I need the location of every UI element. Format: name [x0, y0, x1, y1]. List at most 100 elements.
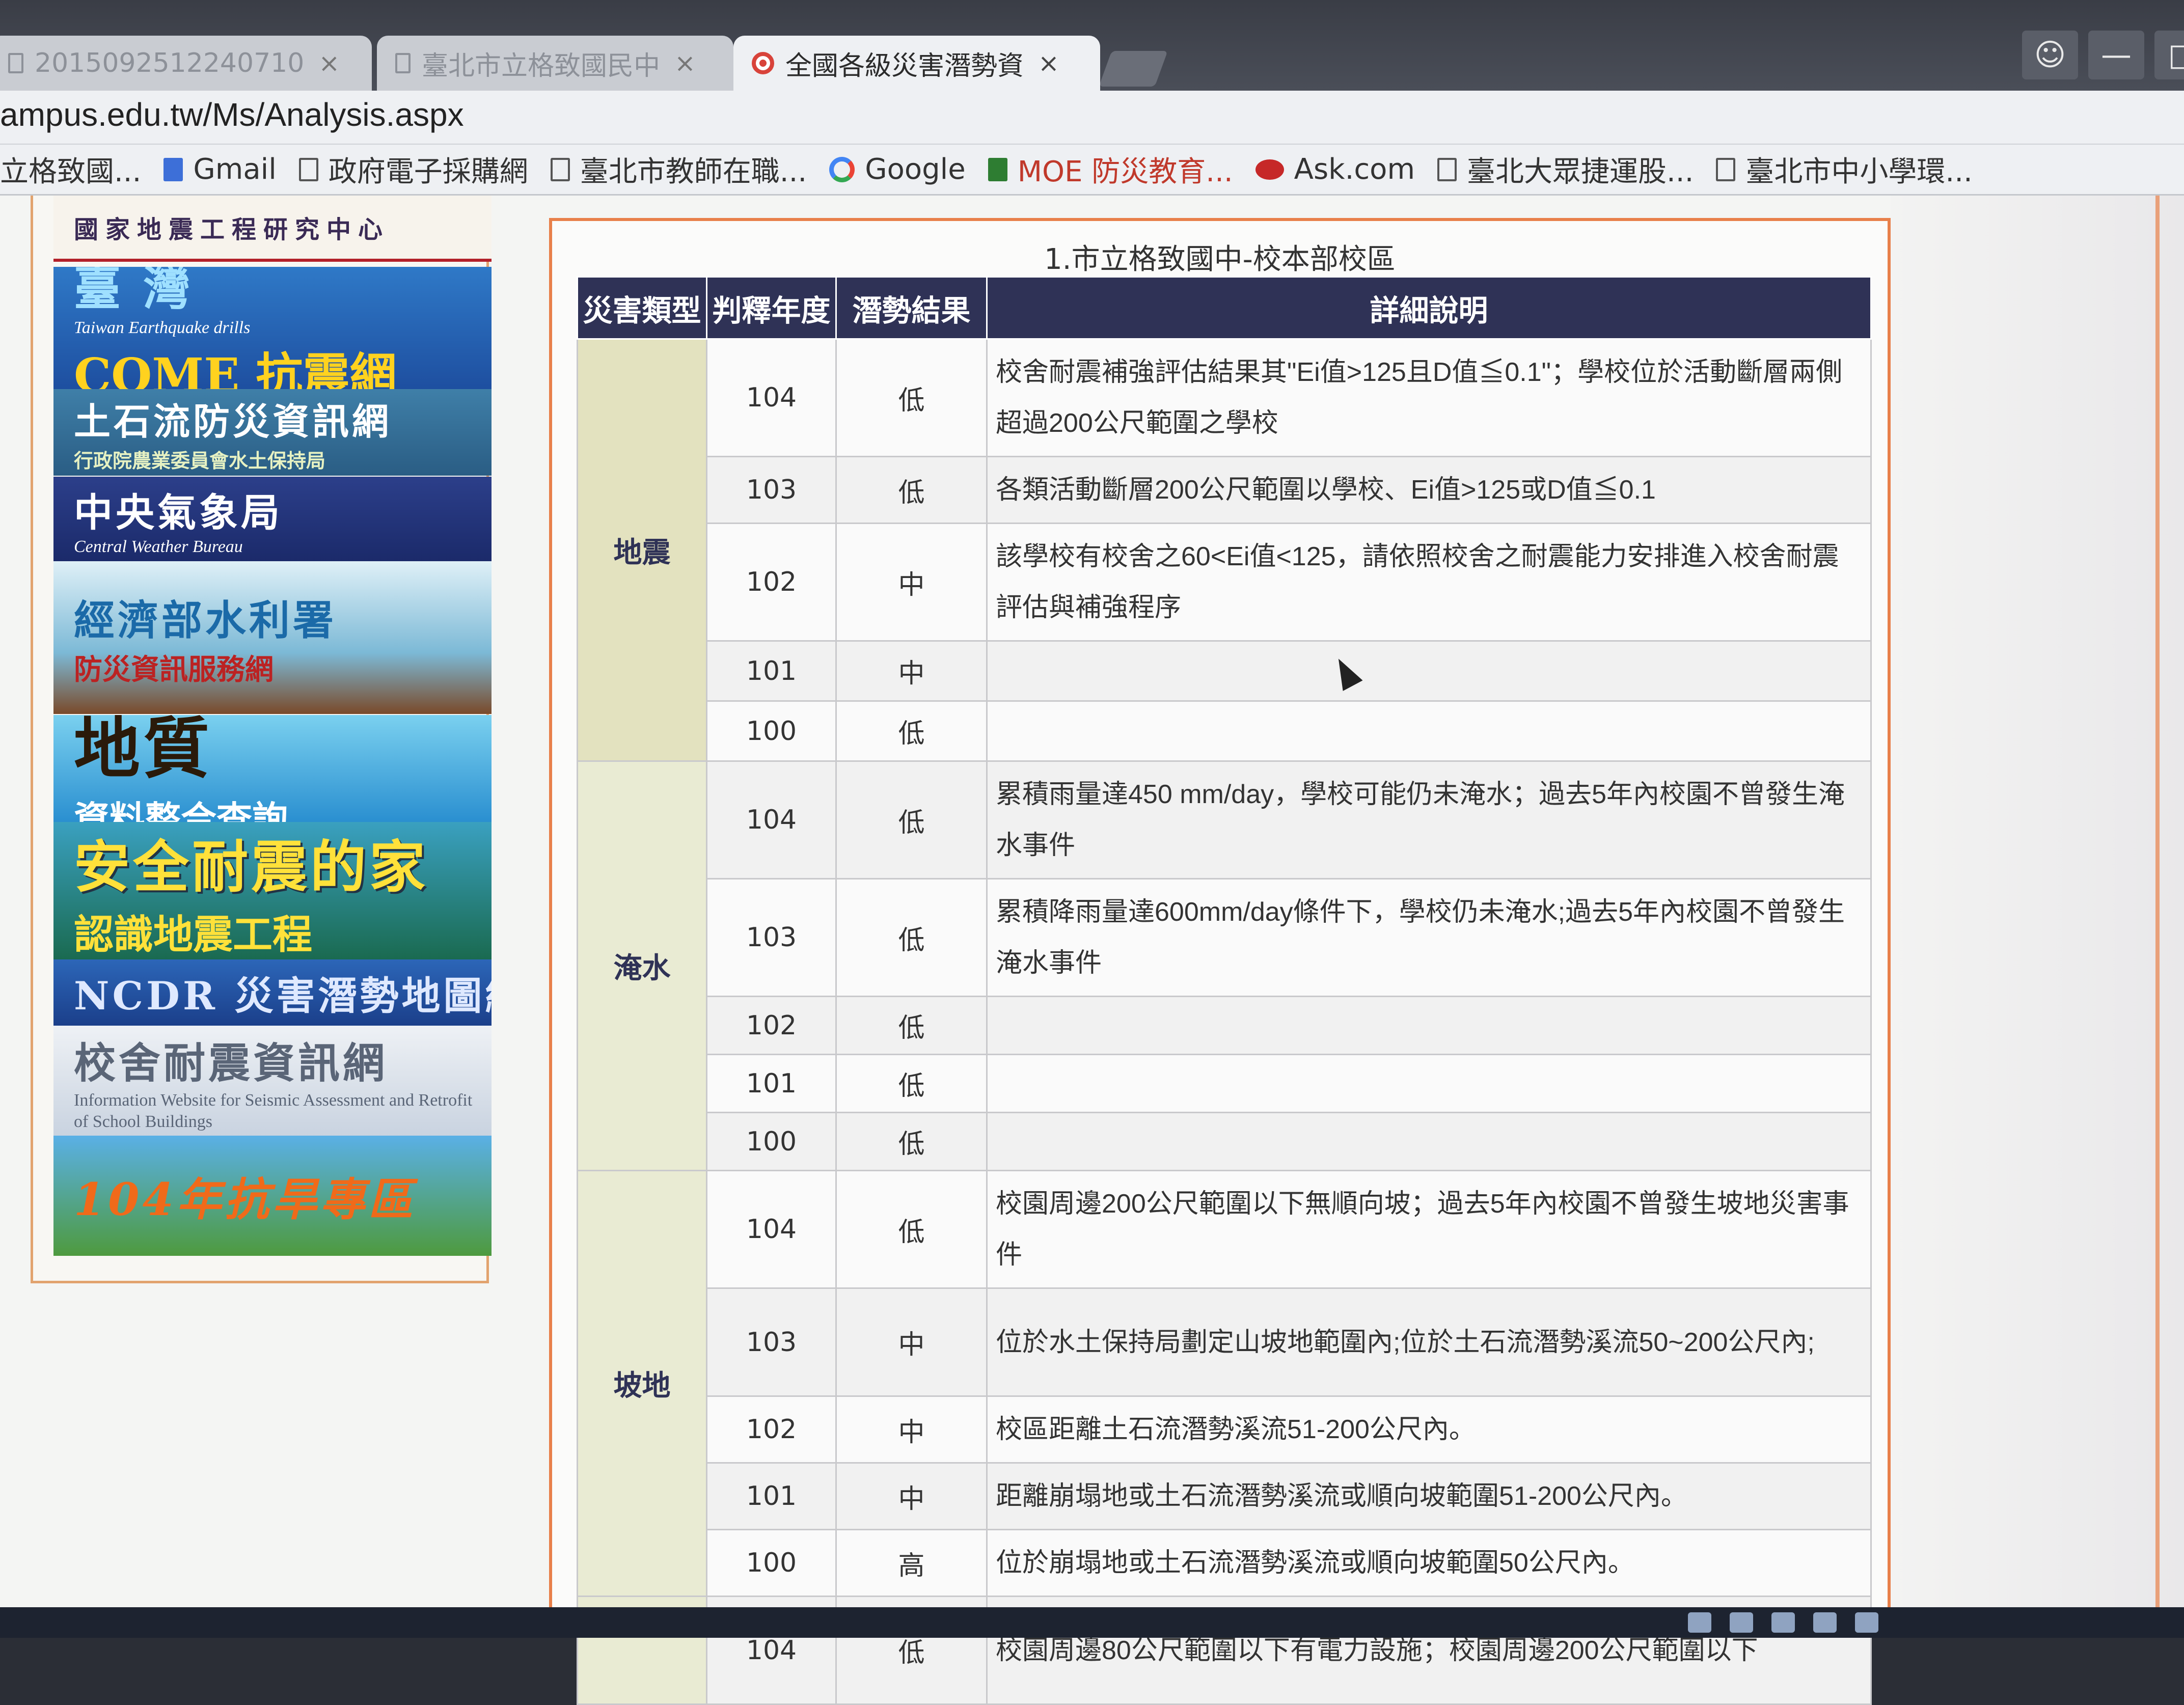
page-viewport: 國家地震工程研究中心 臺 灣 Taiwan Earthquake drills …	[0, 196, 2184, 1705]
site-favicon-icon	[752, 52, 774, 74]
banner-title: 校舍耐震資訊網	[74, 1038, 388, 1088]
banner-title: 104年抗旱專區	[74, 1172, 416, 1226]
result-cell: 中	[835, 640, 988, 702]
close-icon[interactable]: ×	[318, 48, 340, 78]
table-row: 淹水 104 低 累積雨量達450 mm/day，學校可能仍未淹水；過去5年內校…	[577, 760, 1872, 1171]
tray-icon[interactable]	[1688, 1612, 1711, 1633]
divider	[2155, 196, 2160, 1607]
seismic-home-banner-link[interactable]: 安全耐震的家 認識地震工程	[53, 822, 492, 959]
address-bar[interactable]: ampus.edu.tw/Ms/Analysis.aspx	[0, 91, 2184, 145]
year-cell: 100	[706, 700, 837, 762]
bookmark-ask[interactable]: Ask.com	[1255, 153, 1415, 186]
new-tab-button[interactable]	[1099, 51, 1168, 87]
moe-icon	[988, 157, 1007, 181]
bookmark-item[interactable]: 臺北市中小學環...	[1716, 149, 1973, 190]
banner-title: NCDR 災害潛勢地圖網站	[74, 973, 492, 1019]
tray-icon[interactable]	[1855, 1612, 1878, 1633]
bookmark-item[interactable]: 立格致國...	[0, 149, 141, 190]
banner-title: 中央氣象局	[74, 490, 283, 535]
page-icon	[1437, 157, 1457, 181]
bookmark-label: 臺北市教師在職...	[580, 155, 807, 188]
result-cell: 高	[835, 1529, 988, 1597]
bookmark-label: 臺北市中小學環...	[1745, 155, 1973, 188]
detail-cell: 位於水土保持局劃定山坡地範圍內;位於土石流潛勢溪流50~200公尺內;	[986, 1287, 1872, 1397]
geology-banner-link[interactable]: 地質 資料整合查詢	[53, 715, 492, 822]
hazard-potential-table: 災害類型 判釋年度 潛勢結果 詳細說明 地震 104 低 校舍耐震補強評估結果其…	[577, 276, 1872, 1705]
column-header-detail: 詳細說明	[986, 276, 1872, 340]
drought-banner-link[interactable]: 104年抗旱專區	[53, 1136, 492, 1256]
column-header-year: 判釋年度	[706, 276, 837, 340]
ncree-banner-link[interactable]: 國家地震工程研究中心	[53, 196, 492, 262]
google-icon	[829, 156, 855, 182]
bookmark-label: MOE 防災教育...	[1017, 155, 1233, 188]
table-row: 103 低 累積降雨量達600mm/day條件下，學校仍未淹水;過去5年內校園不…	[578, 878, 1872, 997]
browser-tab-1[interactable]: 2015092512240710 ×	[0, 36, 372, 91]
table-row: 坡地 104 低 校園周邊200公尺範圍以下無順向坡；過去5年內校園不曾發生坡地…	[577, 1170, 1872, 1597]
bookmark-moe[interactable]: MOE 防災教育...	[988, 149, 1233, 190]
page-icon	[395, 53, 411, 73]
hazard-type-cell: 地震	[577, 338, 707, 762]
banner-subtitle: 防災資訊服務網	[74, 652, 274, 686]
table-row: 100 高 位於崩塌地或土石流潛勢溪流或順向坡範圍50公尺內。	[578, 1529, 1872, 1597]
tab-title: 臺北市立格致國民中	[422, 50, 661, 81]
table-row: 101 中	[578, 640, 1872, 702]
year-cell: 102	[706, 522, 837, 642]
banner-title: 土石流防災資訊網	[74, 400, 392, 443]
bookmark-google[interactable]: Google	[829, 153, 966, 186]
ncdr-map-banner-link[interactable]: NCDR 災害潛勢地圖網站	[53, 959, 492, 1026]
table-row: 102 低	[578, 996, 1872, 1055]
detail-cell	[986, 1112, 1872, 1171]
banner-subtitle: 資料整合查詢	[74, 798, 288, 822]
debris-flow-banner-link[interactable]: 土石流防災資訊網 行政院農業委員會水土保持局	[53, 389, 492, 476]
hazard-type-cell: 淹水	[577, 760, 707, 1171]
url-text[interactable]: ampus.edu.tw/Ms/Analysis.aspx	[0, 96, 464, 133]
table-header-row: 災害類型 判釋年度 潛勢結果 詳細說明	[577, 276, 1872, 340]
user-profile-icon[interactable]: ☺	[2022, 31, 2078, 79]
result-cell: 中	[835, 1395, 988, 1464]
close-icon[interactable]: ×	[674, 48, 696, 78]
detail-cell: 校園周邊200公尺範圍以下無順向坡；過去5年內校園不曾發生坡地災害事件	[986, 1170, 1872, 1289]
earthquake-drill-banner-link[interactable]: 臺 灣 Taiwan Earthquake drills COME 抗震網	[53, 267, 492, 389]
result-cell: 中	[835, 1287, 988, 1397]
browser-tab-2[interactable]: 臺北市立格致國民中 ×	[377, 36, 733, 91]
os-taskbar	[0, 1607, 2184, 1638]
bookmark-item[interactable]: 政府電子採購網	[298, 149, 528, 190]
close-icon[interactable]: ×	[1038, 48, 1059, 78]
year-cell: 104	[706, 1170, 837, 1289]
tray-icon[interactable]	[1771, 1612, 1795, 1633]
banner-subtitle: 行政院農業委員會水土保持局	[74, 449, 326, 472]
table-row: 100 低	[578, 1112, 1872, 1171]
bookmark-item[interactable]: 臺北市教師在職...	[550, 149, 807, 190]
detail-cell	[986, 996, 1872, 1055]
detail-cell: 該學校有校舍之60<Ei值<125，請依照校舍之耐震能力安排進入校舍耐震評估與補…	[986, 522, 1872, 642]
browser-tab-3-active[interactable]: 全國各級災害潛勢資 ×	[733, 36, 1100, 91]
result-cell: 低	[835, 1170, 988, 1289]
banner-subtitle: COME 抗震網	[74, 348, 397, 389]
cwb-banner-link[interactable]: 中央氣象局 Central Weather Bureau	[53, 477, 492, 561]
banner-subtitle: Taiwan Earthquake drills	[74, 318, 251, 337]
year-cell: 103	[706, 878, 837, 997]
tray-icon[interactable]	[1813, 1612, 1837, 1633]
bookmark-label: 臺北大眾捷運股...	[1467, 155, 1694, 188]
year-cell: 102	[706, 1395, 837, 1464]
bookmark-gmail[interactable]: Gmail	[163, 153, 277, 186]
water-resources-banner-link[interactable]: 經濟部水利署 防災資訊服務網	[53, 561, 492, 714]
school-seismic-banner-link[interactable]: 校舍耐震資訊網 Information Website for Seismic …	[53, 1026, 492, 1136]
maximize-button[interactable]: □	[2154, 31, 2184, 79]
result-cell: 低	[835, 1112, 988, 1171]
bookmark-label: 政府電子採購網	[328, 155, 528, 188]
minimize-button[interactable]: —	[2088, 31, 2144, 79]
report-title: 1.市立格致國中-校本部校區	[1044, 243, 1396, 276]
tab-title: 全國各級災害潛勢資	[785, 50, 1024, 81]
detail-cell: 距離崩塌地或土石流潛勢溪流或順向坡範圍51-200公尺內。	[986, 1462, 1872, 1530]
bookmark-item[interactable]: 臺北大眾捷運股...	[1437, 149, 1694, 190]
table-row: 101 低	[578, 1054, 1872, 1113]
year-cell: 100	[706, 1529, 837, 1597]
year-cell: 103	[706, 1287, 837, 1397]
result-cell: 中	[835, 522, 988, 642]
detail-cell: 校區距離土石流潛勢溪流51-200公尺內。	[986, 1395, 1872, 1464]
tray-icon[interactable]	[1730, 1612, 1753, 1633]
page-icon	[550, 157, 570, 181]
year-cell: 101	[706, 640, 837, 702]
result-cell: 低	[835, 338, 988, 457]
